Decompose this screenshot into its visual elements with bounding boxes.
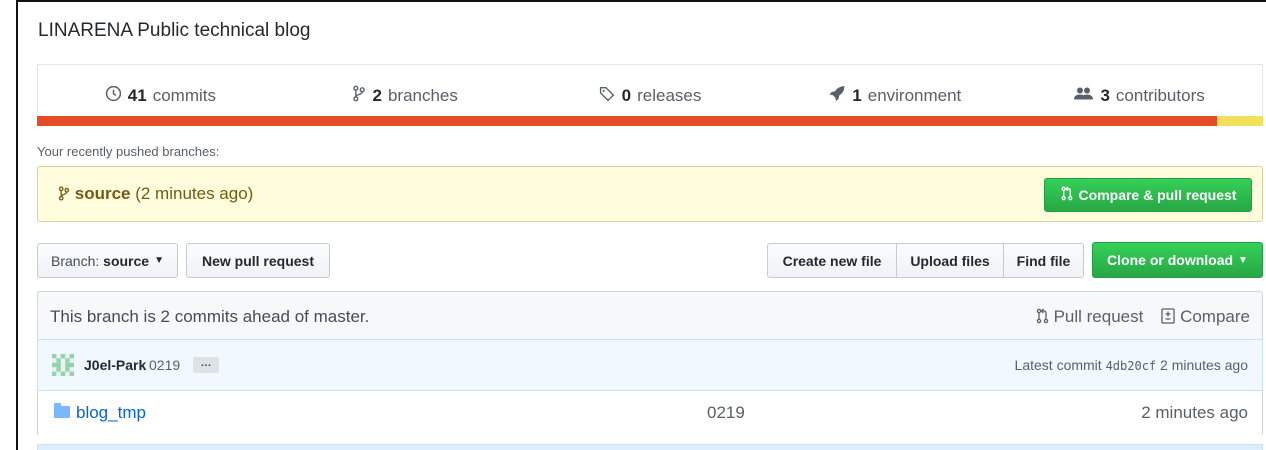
- new-pull-request-button[interactable]: New pull request: [186, 243, 330, 278]
- compare-pull-request-label: Compare & pull request: [1078, 187, 1237, 203]
- branch-select[interactable]: Branch: source ▼: [37, 243, 178, 278]
- clone-or-download-button[interactable]: Clone or download ▼: [1092, 242, 1263, 278]
- commit-sha[interactable]: 4db20cf: [1106, 359, 1157, 373]
- pull-request-icon: [1036, 307, 1054, 326]
- branch-status-actions: Pull request Compare: [1036, 307, 1250, 327]
- branch-status-bar: This branch is 2 commits ahead of master…: [37, 291, 1263, 339]
- upload-files-label: Upload files: [910, 252, 990, 269]
- branches-label: branches: [387, 85, 458, 105]
- compare-pull-request-button[interactable]: Compare & pull request: [1044, 178, 1252, 212]
- language-segment-primary: [37, 116, 1217, 126]
- people-icon: [1074, 85, 1094, 107]
- commit-message[interactable]: 0219: [149, 357, 180, 373]
- table-row: blog_tmp 0219 2 minutes ago: [37, 391, 1263, 435]
- recent-branch-name[interactable]: source: [75, 184, 131, 203]
- recent-branches-label: Your recently pushed branches:: [37, 144, 220, 159]
- commits-count: 41: [127, 85, 147, 105]
- branch-ahead-message: This branch is 2 commits ahead of master…: [50, 307, 370, 326]
- create-new-file-button[interactable]: Create new file: [767, 243, 897, 278]
- releases-label: releases: [637, 85, 702, 105]
- next-row-strip: [37, 444, 1263, 450]
- environment-label: environment: [867, 85, 962, 105]
- compare-link[interactable]: Compare: [1161, 307, 1250, 327]
- recent-branch-banner: source (2 minutes ago) Compare & pull re…: [37, 166, 1263, 222]
- commit-author[interactable]: J0el-Park: [84, 357, 146, 373]
- rocket-icon: [828, 85, 846, 107]
- pull-request-icon: [1060, 186, 1074, 204]
- contributors-count: 3: [1100, 85, 1110, 105]
- caret-down-icon: ▼: [1238, 254, 1248, 266]
- file-name-link[interactable]: blog_tmp: [76, 403, 146, 423]
- environment-count: 1: [852, 85, 862, 105]
- new-pull-request-label: New pull request: [201, 252, 315, 269]
- language-bar[interactable]: [37, 116, 1263, 126]
- pull-request-label: Pull request: [1053, 307, 1144, 326]
- branch-icon: [352, 85, 366, 107]
- branch-select-value: source: [103, 252, 150, 269]
- tag-icon: [599, 85, 616, 107]
- clone-or-download-label: Clone or download: [1107, 252, 1234, 268]
- repo-description: LINARENA Public technical blog: [38, 20, 311, 41]
- branch-icon: [58, 184, 75, 203]
- branches-count: 2: [372, 85, 382, 105]
- commits-label: commits: [152, 85, 216, 105]
- commit-age: 2 minutes ago: [1160, 357, 1248, 373]
- avatar[interactable]: [52, 354, 74, 376]
- history-icon: [105, 85, 122, 107]
- recent-branch-time: (2 minutes ago): [135, 184, 254, 203]
- create-new-file-label: Create new file: [782, 252, 882, 269]
- language-segment-secondary: [1217, 116, 1263, 126]
- folder-icon: [54, 403, 70, 418]
- find-file-label: Find file: [1016, 252, 1071, 269]
- recent-branch: source (2 minutes ago): [58, 184, 253, 204]
- latest-commit-info: Latest commit 4db20cf 2 minutes ago: [1015, 357, 1248, 373]
- find-file-button[interactable]: Find file: [1003, 243, 1084, 278]
- compare-label: Compare: [1180, 307, 1250, 326]
- file-commit-message[interactable]: 0219: [707, 403, 745, 423]
- commit-expander-button[interactable]: …: [193, 357, 219, 373]
- latest-commit-prefix: Latest commit: [1014, 357, 1102, 373]
- file-age: 2 minutes ago: [1141, 403, 1248, 422]
- branch-select-prefix: Branch:: [51, 252, 100, 269]
- latest-commit-row: J0el-Park 0219 … Latest commit 4db20cf 2…: [37, 339, 1263, 391]
- releases-count: 0: [621, 85, 632, 105]
- diff-icon: [1161, 307, 1180, 326]
- pull-request-link[interactable]: Pull request: [1036, 307, 1144, 327]
- upload-files-button[interactable]: Upload files: [896, 243, 1004, 278]
- caret-down-icon: ▼: [154, 255, 164, 266]
- contributors-label: contributors: [1115, 85, 1205, 105]
